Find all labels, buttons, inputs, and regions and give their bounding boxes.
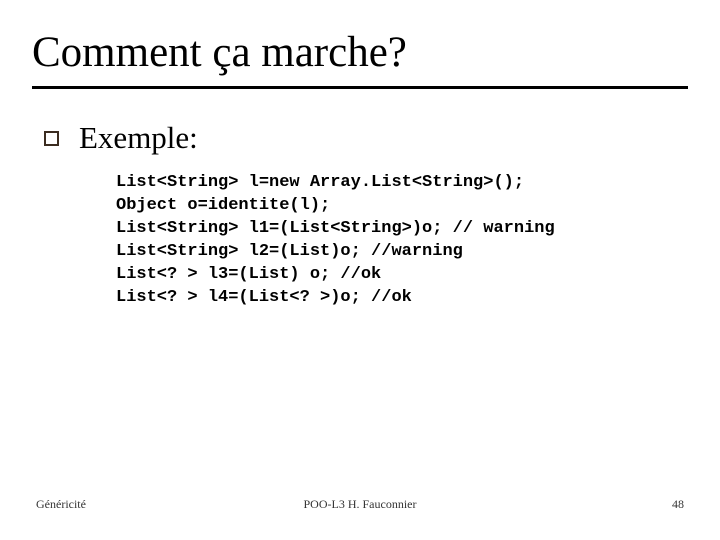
- code-line: List<String> l2=(List)o; //warning: [116, 242, 463, 261]
- code-block: List<String> l=new Array.List<String>();…: [116, 172, 555, 310]
- slide-title: Comment ça marche?: [32, 28, 407, 77]
- code-line: List<String> l1=(List<String>)o; // warn…: [116, 219, 555, 238]
- code-line: List<? > l3=(List) o; //ok: [116, 265, 381, 284]
- slide: Comment ça marche? Exemple: List<String>…: [0, 0, 720, 540]
- bullet-text: Exemple:: [79, 120, 198, 156]
- square-bullet-icon: [44, 131, 59, 146]
- bullet-row: Exemple:: [44, 120, 198, 156]
- title-underline: [32, 86, 688, 89]
- footer-center: POO-L3 H. Fauconnier: [0, 497, 720, 512]
- footer-page-number: 48: [672, 497, 684, 512]
- code-line: List<? > l4=(List<? >)o; //ok: [116, 288, 412, 307]
- code-line: Object o=identite(l);: [116, 196, 330, 215]
- code-line: List<String> l=new Array.List<String>();: [116, 173, 524, 192]
